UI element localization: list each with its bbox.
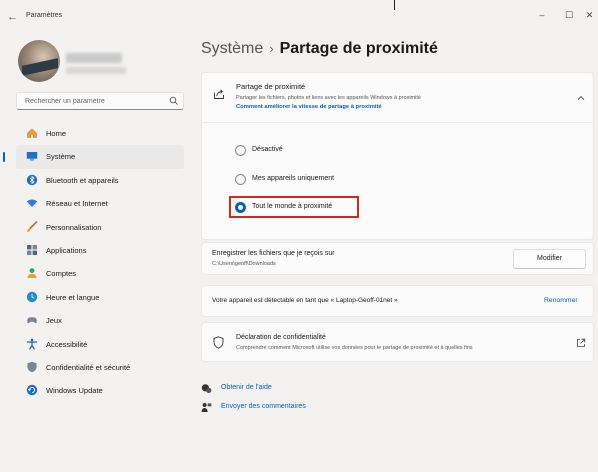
sidebar-item-label: Accessibilité bbox=[46, 339, 88, 349]
wifi-icon bbox=[26, 199, 38, 208]
sidebar-item-reseau[interactable]: Réseau et Internet bbox=[16, 192, 184, 215]
help-icon bbox=[201, 384, 212, 393]
sidebar-item-label: Système bbox=[46, 152, 76, 162]
text-cursor bbox=[394, 0, 395, 10]
radio-button[interactable] bbox=[235, 145, 246, 156]
search-box[interactable] bbox=[16, 92, 184, 110]
nearby-sharing-card: Partage de proximité Partager les fichie… bbox=[201, 72, 594, 240]
sidebar-nav: Home Système Bluetooth et appareils Rése… bbox=[3, 122, 184, 403]
modify-button[interactable]: Modifier bbox=[513, 249, 586, 269]
radio-button-selected[interactable] bbox=[235, 202, 246, 213]
shield-icon bbox=[27, 361, 37, 373]
title-bar: ← Paramètres – ☐ ✕ bbox=[0, 0, 598, 30]
rename-link[interactable]: Renommer bbox=[544, 297, 578, 304]
privacy-statement-title: Déclaration de confidentialité bbox=[236, 334, 326, 341]
brush-icon bbox=[27, 220, 38, 232]
nearby-sharing-title: Partage de proximité bbox=[236, 82, 306, 91]
settings-window: ← Paramètres – ☐ ✕ Home bbox=[0, 0, 598, 472]
help-link-label: Obtenir de l'aide bbox=[221, 384, 272, 391]
close-button[interactable]: ✕ bbox=[581, 6, 598, 24]
globe-clock-icon bbox=[26, 291, 38, 302]
breadcrumb: Système › Partage de proximité bbox=[201, 40, 438, 58]
minimize-button[interactable]: – bbox=[530, 6, 554, 24]
user-icon bbox=[27, 268, 37, 279]
search-icon[interactable] bbox=[169, 96, 179, 106]
radio-label: Tout le monde à proximité bbox=[252, 203, 333, 210]
share-icon bbox=[214, 89, 224, 99]
sidebar-item-label: Personnalisation bbox=[46, 222, 102, 232]
help-link-label: Envoyer des commentaires bbox=[221, 403, 306, 410]
save-location-card: Enregistrer les fichiers que je reçois s… bbox=[201, 242, 594, 275]
privacy-statement-description: Comprendre comment Microsoft utilise vos… bbox=[236, 345, 473, 351]
sidebar-item-label: Confidentialité et sécurité bbox=[46, 362, 131, 372]
device-name-card: Votre appareil est détectable en tant qu… bbox=[201, 285, 594, 317]
sidebar-item-confidentialite[interactable]: Confidentialité et sécurité bbox=[16, 356, 184, 379]
sidebar-item-bluetooth[interactable]: Bluetooth et appareils bbox=[16, 169, 184, 192]
page-title: Partage de proximité bbox=[279, 40, 438, 57]
blurred-user-name bbox=[66, 53, 122, 63]
search-input[interactable] bbox=[25, 96, 165, 107]
back-button[interactable]: ← bbox=[7, 10, 21, 24]
radio-button[interactable] bbox=[235, 174, 246, 185]
sidebar-item-label: Heure et langue bbox=[46, 292, 100, 302]
sidebar-item-label: Comptes bbox=[46, 269, 77, 279]
update-icon bbox=[26, 385, 38, 396]
sidebar-item-label: Bluetooth et appareils bbox=[46, 175, 119, 185]
breadcrumb-parent[interactable]: Système bbox=[201, 40, 263, 57]
feedback-icon bbox=[201, 403, 212, 412]
avatar bbox=[18, 40, 60, 82]
app-title: Paramètres bbox=[26, 12, 63, 19]
sidebar-item-heure-langue[interactable]: Heure et langue bbox=[16, 286, 184, 309]
maximize-button[interactable]: ☐ bbox=[557, 6, 581, 24]
sidebar-item-personnalisation[interactable]: Personnalisation bbox=[16, 216, 184, 239]
sidebar-item-label: Jeux bbox=[46, 316, 62, 326]
gamepad-icon bbox=[27, 317, 37, 324]
device-discoverable-text: Votre appareil est détectable en tant qu… bbox=[212, 297, 398, 304]
sidebar-item-systeme[interactable]: Système bbox=[3, 145, 184, 169]
blurred-user-email bbox=[66, 67, 126, 74]
radio-label: Désactivé bbox=[252, 146, 283, 153]
radio-label: Mes appareils uniquement bbox=[252, 175, 335, 182]
sidebar-item-jeux[interactable]: Jeux bbox=[16, 309, 184, 332]
sidebar-item-windows-update[interactable]: Windows Update bbox=[16, 379, 184, 402]
improve-speed-link[interactable]: Comment améliorer la vitesse de partage … bbox=[236, 104, 382, 110]
apps-icon bbox=[27, 244, 37, 255]
chevron-up-icon[interactable] bbox=[576, 94, 586, 102]
nearby-sharing-description: Partager les fichiers, photos et liens a… bbox=[236, 95, 421, 101]
sidebar-item-accessibilite[interactable]: Accessibilité bbox=[16, 333, 184, 356]
sidebar-item-home[interactable]: Home bbox=[16, 122, 184, 145]
sidebar-item-label: Home bbox=[46, 129, 67, 138]
sidebar-item-label: Réseau et Internet bbox=[46, 199, 108, 209]
sidebar-item-applications[interactable]: Applications bbox=[16, 239, 184, 262]
external-link-icon[interactable] bbox=[576, 338, 586, 348]
home-icon bbox=[27, 128, 37, 138]
nearby-sharing-header[interactable]: Partage de proximité Partager les fichie… bbox=[202, 73, 593, 123]
shield-icon bbox=[213, 336, 224, 349]
monitor-icon bbox=[26, 152, 38, 161]
sidebar-item-comptes[interactable]: Comptes bbox=[16, 262, 184, 285]
accessibility-icon bbox=[26, 338, 38, 350]
bluetooth-icon bbox=[26, 174, 38, 185]
sidebar-item-label: Windows Update bbox=[46, 386, 103, 396]
save-location-title: Enregistrer les fichiers que je reçois s… bbox=[212, 250, 335, 257]
sidebar-item-label: Applications bbox=[46, 245, 87, 255]
privacy-statement-card[interactable]: Déclaration de confidentialité Comprendr… bbox=[201, 322, 594, 362]
breadcrumb-separator: › bbox=[269, 41, 274, 56]
save-location-path: C:\Users\geoff\Downloads bbox=[212, 261, 276, 267]
